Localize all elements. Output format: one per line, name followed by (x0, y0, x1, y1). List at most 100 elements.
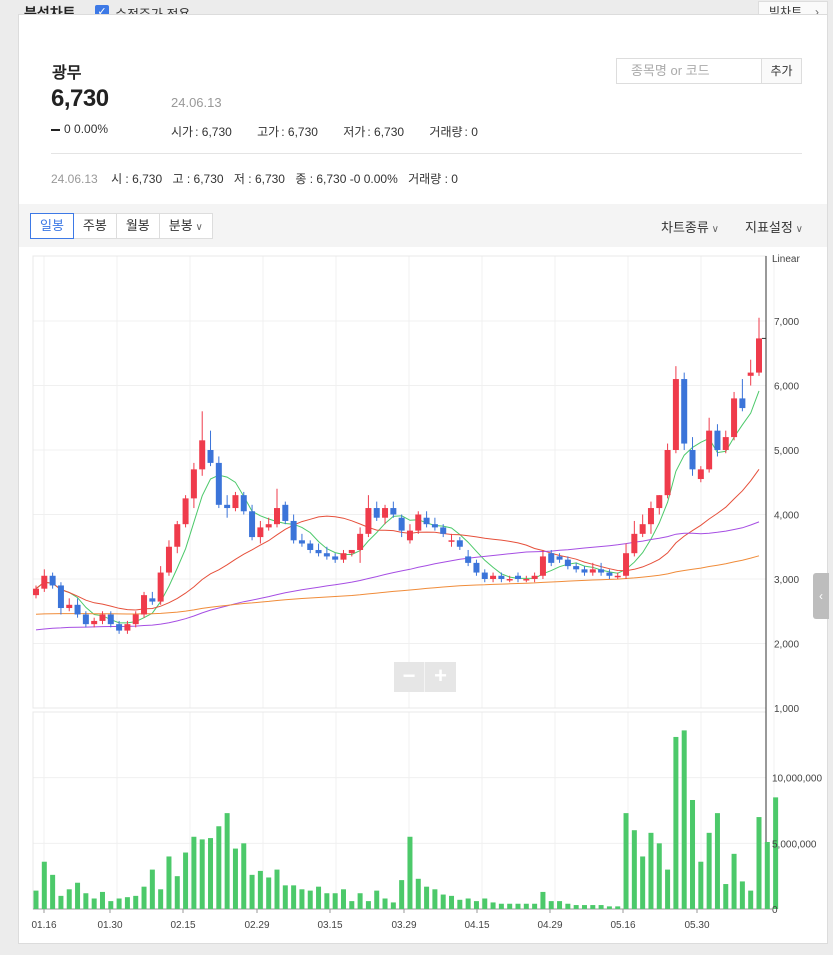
tab-daily[interactable]: 일봉 (30, 213, 74, 239)
price-tick-label: 7,000 (774, 317, 799, 328)
candle-body (456, 540, 463, 547)
volume-bar (58, 895, 64, 909)
candle-body (481, 572, 488, 579)
volume-bar (291, 885, 297, 909)
price-tick-label: 1,000 (774, 704, 799, 715)
candle-body (631, 533, 638, 554)
candle-body (382, 508, 389, 518)
volume-bar (299, 889, 305, 909)
candle-body (157, 572, 164, 602)
volume-bar (241, 843, 247, 909)
candle-body (756, 338, 762, 373)
volume-bar (199, 839, 205, 909)
x-tick-label: 03.29 (391, 920, 416, 931)
candle-body (174, 524, 181, 547)
candle-body (689, 450, 696, 470)
candle-body (714, 430, 721, 450)
volume-bar (124, 897, 130, 909)
candle-body (182, 498, 189, 525)
candle-body (340, 553, 347, 560)
volume-bar (208, 838, 214, 909)
scale-label: Linear (772, 254, 800, 265)
candle-body (506, 579, 513, 581)
candle-body (190, 469, 197, 499)
volume-bar (523, 903, 529, 909)
candle-body (731, 398, 738, 438)
x-tick-label: 04.15 (464, 920, 489, 931)
candle-body (373, 508, 380, 518)
price-chart[interactable]: Linear 7,000 6,000 5,000 4,000 3,000 2,000 1,00… (0, 0, 833, 955)
volume-bar (498, 903, 504, 909)
candle-body (41, 575, 48, 589)
candle-body (606, 572, 613, 576)
volume-bar (465, 898, 471, 909)
zoom-in-button[interactable]: + (425, 662, 456, 692)
candle-body (681, 379, 688, 444)
volume-bar (33, 890, 39, 909)
volume-bar (424, 886, 430, 909)
volume-bar (174, 876, 180, 909)
candle-body (406, 530, 413, 541)
candle-body (415, 514, 422, 531)
volume-bar (706, 832, 712, 909)
volume-bar (50, 874, 56, 909)
candle-body (124, 624, 131, 631)
candle-body (739, 398, 746, 409)
candle-body (390, 508, 397, 515)
volume-bar (507, 903, 513, 909)
side-panel-toggle[interactable]: ‹ (813, 573, 829, 619)
volume-bar (648, 832, 654, 909)
candle-body (91, 620, 98, 625)
volume-bar (183, 852, 189, 909)
candle-body (290, 520, 297, 541)
volume-bar (357, 893, 363, 909)
volume-bar (399, 880, 405, 909)
candle-body (523, 579, 530, 581)
candle-body (465, 556, 472, 563)
candle-body (639, 524, 646, 534)
candle-body (249, 511, 256, 538)
candle-body (556, 556, 563, 560)
price-tick-label: 2,000 (774, 640, 799, 651)
volume-bar (764, 842, 770, 909)
volume-bar (473, 901, 479, 909)
volume-pane (32, 711, 767, 910)
volume-bar (690, 799, 696, 909)
candle-body (423, 517, 430, 525)
volume-bar (374, 890, 380, 909)
candle-body (564, 559, 571, 567)
price-tick-label: 6,000 (774, 382, 799, 393)
volume-bar (415, 878, 421, 909)
zoom-out-button[interactable]: − (394, 662, 425, 692)
volume-bar (249, 874, 255, 909)
candle-body (116, 624, 123, 631)
candle-body (323, 553, 330, 557)
volume-tick-label: 5,000,000 (772, 839, 817, 850)
price-tick-label: 3,000 (774, 575, 799, 586)
volume-bar (216, 826, 222, 909)
candle-body (215, 462, 222, 505)
volume-bar (490, 902, 496, 909)
candle-body (440, 527, 447, 534)
candle-body (257, 527, 264, 538)
candle-body (149, 598, 156, 602)
volume-bar (266, 877, 272, 909)
candle-body (573, 566, 580, 570)
candle-body (722, 437, 729, 450)
volume-bar (615, 906, 621, 909)
volume-bar (274, 869, 280, 909)
volume-bar (99, 891, 105, 909)
candle-body (747, 372, 754, 376)
candle-body (282, 504, 289, 521)
candle-body (165, 546, 172, 573)
volume-bar (532, 903, 538, 909)
volume-bar (482, 898, 488, 909)
candle-body (448, 540, 455, 542)
volume-bar (133, 895, 139, 909)
volume-bar (640, 856, 646, 909)
candle-body (315, 549, 322, 554)
volume-bar (573, 905, 579, 909)
volume-bar (748, 890, 754, 909)
candle-body (357, 533, 364, 550)
candle-body (232, 495, 239, 509)
